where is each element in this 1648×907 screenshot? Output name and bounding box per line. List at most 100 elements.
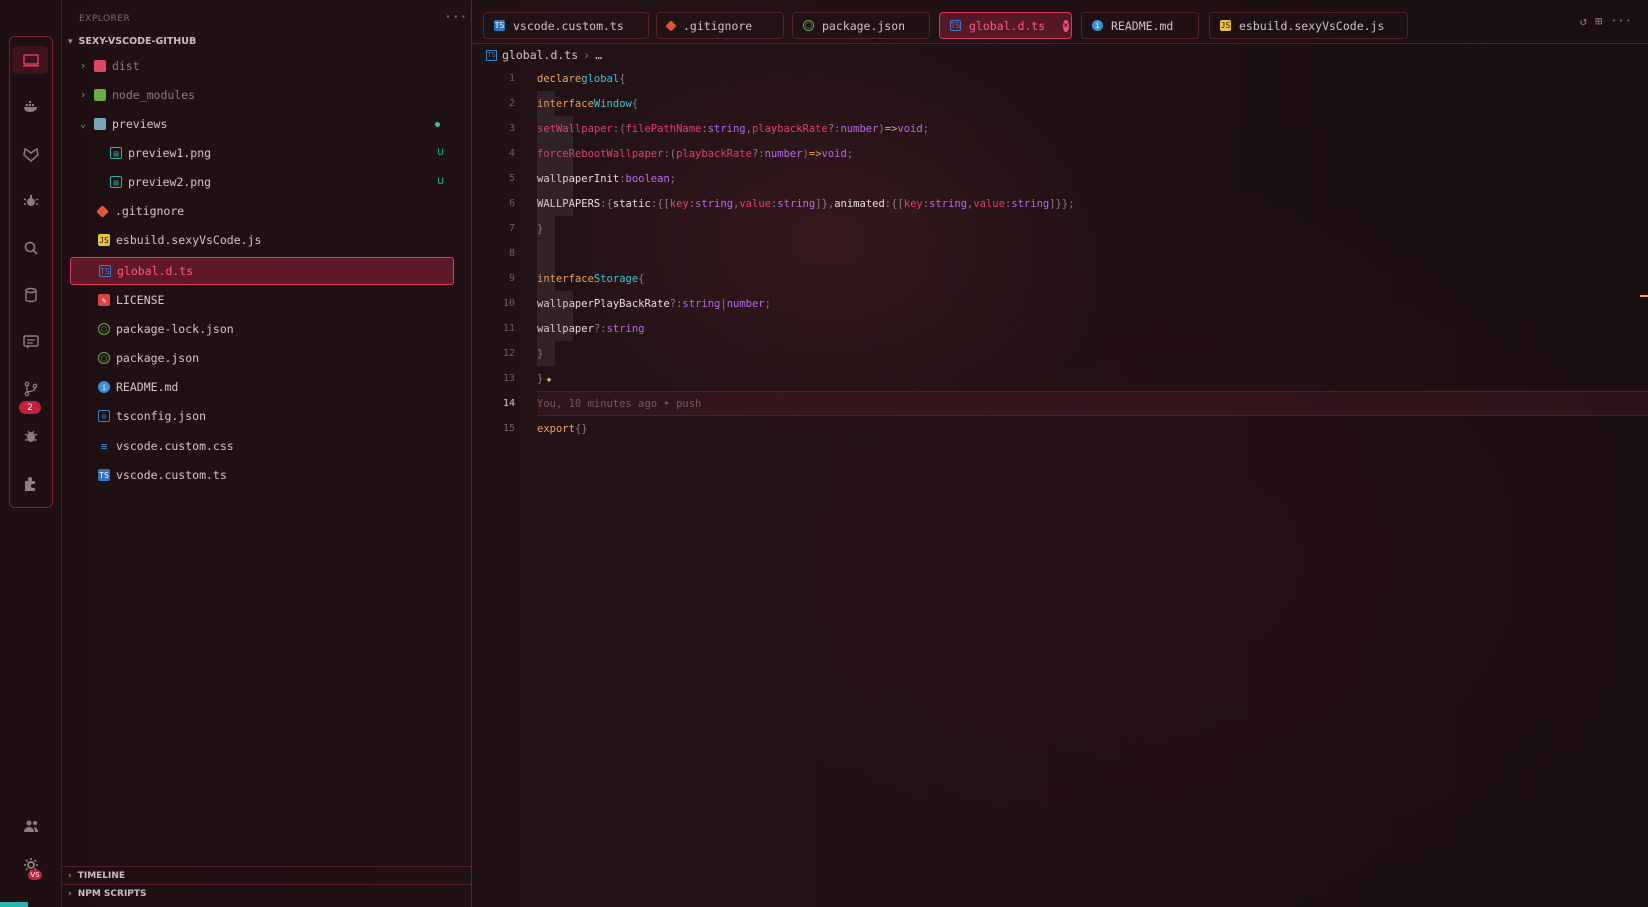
line-number: 15 <box>502 423 515 434</box>
chevron-down-icon: ⌄ <box>79 118 87 130</box>
bug-icon[interactable] <box>9 418 53 454</box>
line-number: 13 <box>502 373 515 384</box>
tree-item-custom-ts[interactable]: TS vscode.custom.ts <box>70 462 454 488</box>
code-content: WALLPAPERS: { static: { [key: string, va… <box>537 191 1648 216</box>
database-icon[interactable] <box>9 277 53 313</box>
chevron-right-icon: › <box>79 60 87 72</box>
more-actions-icon[interactable]: ··· <box>1610 14 1632 28</box>
code-content: forceRebootWallpaper: (playbackRate?: nu… <box>537 141 1648 166</box>
code-content: export {} <box>537 422 588 435</box>
line-number: 10 <box>502 298 515 309</box>
tree-item-label: tsconfig.json <box>116 409 207 423</box>
sparkle-icon[interactable]: ✦ <box>545 372 552 386</box>
folder-open-icon <box>94 118 106 130</box>
more-actions-icon[interactable]: ··· <box>444 10 467 25</box>
git-untracked-badge: U <box>437 177 444 187</box>
chat-icon[interactable] <box>9 324 53 360</box>
line-number: 11 <box>502 323 515 334</box>
tab-label: global.d.ts <box>969 18 1046 33</box>
gitlab-icon[interactable] <box>9 136 53 172</box>
js-file-icon: JS <box>98 234 110 246</box>
tree-item-package-json[interactable]: ⬡ package.json <box>70 345 454 371</box>
activity-bar: 2 VS <box>0 0 62 907</box>
code-content: setWallpaper: (filePathName: string, pla… <box>537 116 1648 141</box>
npm-scripts-section[interactable]: › NPM SCRIPTS <box>62 884 472 902</box>
tree-item-label: package.json <box>116 351 200 365</box>
explorer-icon[interactable] <box>9 42 53 78</box>
code-content: } <box>537 216 1648 241</box>
code-content: wallpaperInit: boolean; <box>537 166 1648 191</box>
license-file-icon: ✎ <box>98 294 110 306</box>
breadcrumb-rest[interactable]: … <box>595 48 602 62</box>
tree-item-label: dist <box>112 59 140 73</box>
tab-vscode-custom-ts[interactable]: TS vscode.custom.ts <box>483 12 649 39</box>
code-line: 12 } <box>473 341 1648 366</box>
tree-item-tsconfig[interactable]: ⚙ tsconfig.json <box>70 403 454 429</box>
line-number: 3 <box>508 123 515 134</box>
tree-item-label: .gitignore <box>115 204 185 218</box>
close-tab-icon[interactable]: × <box>1063 19 1069 32</box>
tree-item-global-d-ts[interactable]: TS global.d.ts <box>70 257 454 285</box>
run-debug-icon[interactable] <box>9 183 53 219</box>
code-line: 2 interface Window { <box>473 91 1648 116</box>
search-icon[interactable] <box>9 230 53 266</box>
workspace-root[interactable]: ▾ SEXY-VSCODE-GITHUB <box>68 36 196 47</box>
code-content: } <box>537 341 1648 366</box>
docker-icon[interactable] <box>9 89 53 125</box>
code-line: 7 } <box>473 216 1648 241</box>
tab-package-json[interactable]: ⬡ package.json <box>792 12 930 39</box>
extensions-icon[interactable] <box>9 465 53 501</box>
tree-item-label: esbuild.sexyVsCode.js <box>116 233 262 247</box>
breadcrumb-file[interactable]: global.d.ts <box>502 48 578 62</box>
tree-item-gitignore[interactable]: .gitignore <box>70 198 454 224</box>
source-control-badge: 2 <box>19 401 41 414</box>
scrollbar-marker[interactable] <box>1640 295 1648 297</box>
tree-item-readme[interactable]: i README.md <box>70 374 454 400</box>
code-line-current: 14 You, 10 minutes ago • push <box>473 391 1648 416</box>
tree-item-node-modules[interactable]: › node_modules <box>70 82 454 108</box>
workspace-root-label: SEXY-VSCODE-GITHUB <box>78 36 197 47</box>
image-file-icon: ▤ <box>110 147 122 159</box>
editor-actions: ↺ ⊞ ··· <box>1580 14 1632 28</box>
code-line: 4 forceRebootWallpaper: (playbackRate?: … <box>473 141 1648 166</box>
code-content: interface Storage { <box>537 266 1648 291</box>
tree-item-custom-css[interactable]: ≋ vscode.custom.css <box>70 433 454 459</box>
tree-item-preview2[interactable]: ▤ preview2.png U <box>70 169 454 195</box>
code-line: 3 setWallpaper: (filePathName: string, p… <box>473 116 1648 141</box>
chevron-right-icon: › <box>68 888 72 899</box>
tab-label: .gitignore <box>683 18 753 33</box>
info-file-icon: i <box>98 381 110 393</box>
code-content: interface Window { <box>537 91 1648 116</box>
tree-item-license[interactable]: ✎ LICENSE <box>70 287 454 313</box>
line-number: 12 <box>502 348 515 359</box>
tree-item-previews[interactable]: ⌄ previews <box>70 111 454 137</box>
code-content: declare global { <box>537 72 626 85</box>
tree-item-preview1[interactable]: ▤ preview1.png U <box>70 140 454 166</box>
tree-item-label: preview1.png <box>128 146 212 160</box>
remote-indicator[interactable] <box>0 902 28 907</box>
tab-label: README.md <box>1111 18 1174 33</box>
tab-gitignore[interactable]: .gitignore <box>656 12 784 39</box>
timeline-section[interactable]: › TIMELINE <box>62 866 472 884</box>
split-editor-icon[interactable]: ⊞ <box>1595 14 1602 28</box>
info-file-icon: i <box>1092 20 1103 31</box>
tab-label: esbuild.sexyVsCode.js <box>1239 18 1385 33</box>
ts-file-icon: TS <box>950 20 961 31</box>
git-untracked-badge: U <box>437 148 444 158</box>
history-icon[interactable]: ↺ <box>1580 14 1587 28</box>
tab-esbuild[interactable]: JS esbuild.sexyVsCode.js <box>1209 12 1408 39</box>
tree-item-package-lock[interactable]: ⬡ package-lock.json <box>70 316 454 342</box>
npm-scripts-section-label: NPM SCRIPTS <box>77 888 147 899</box>
code-line: 8 <box>473 241 1648 266</box>
accounts-icon[interactable] <box>9 808 53 844</box>
code-line: 6 WALLPAPERS: { static: { [key: string, … <box>473 191 1648 216</box>
css-file-icon: ≋ <box>100 439 108 453</box>
tree-item-esbuild[interactable]: JS esbuild.sexyVsCode.js <box>70 227 454 253</box>
code-content <box>537 241 1648 266</box>
tab-readme[interactable]: i README.md <box>1081 12 1199 39</box>
tab-global-d-ts[interactable]: TS global.d.ts × <box>939 12 1072 39</box>
tree-item-dist[interactable]: › dist <box>70 53 454 79</box>
git-file-icon <box>96 204 109 218</box>
tree-item-label: previews <box>112 117 168 131</box>
line-number: 4 <box>508 148 515 159</box>
